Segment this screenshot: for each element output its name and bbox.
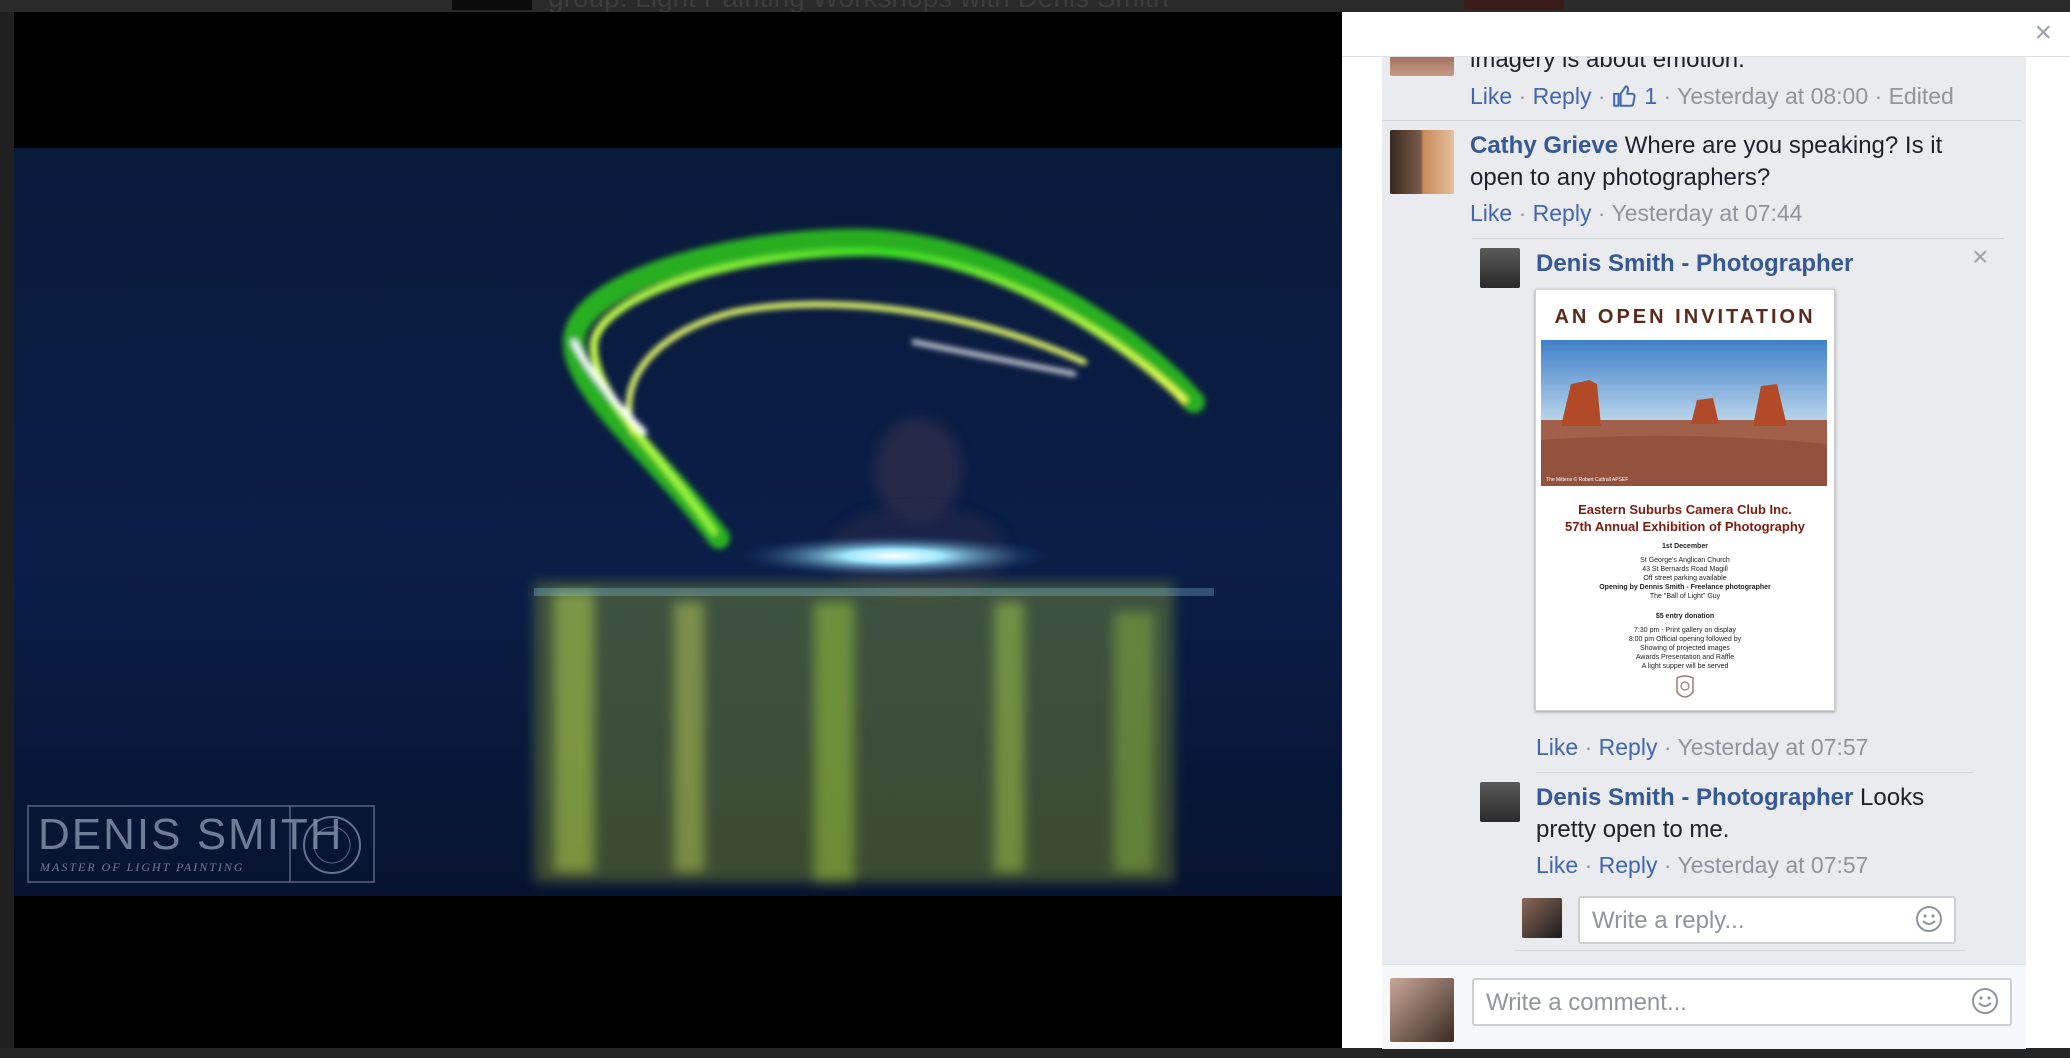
reply-author-row: Denis Smith - Photographer xyxy=(1536,248,1853,280)
separator: · xyxy=(1597,200,1606,226)
poster-venue-1: St George's Anglican Church xyxy=(1640,557,1730,564)
poster-schedule-4: Awards Presentation and Raffle xyxy=(1635,654,1735,661)
comment-timestamp[interactable]: Yesterday at 08:00 xyxy=(1677,83,1868,109)
avatar[interactable] xyxy=(1480,248,1520,288)
reply-timestamp[interactable]: Yesterday at 07:57 xyxy=(1678,852,1869,878)
photo-stage[interactable]: DENIS SMITH MASTER OF LIGHT PAINTING xyxy=(14,12,1342,1048)
separator: · xyxy=(1874,83,1883,109)
separator: · xyxy=(1518,83,1527,109)
poster-opening-sub: The "Ball of Light" Guy xyxy=(1649,593,1721,600)
club-logo-icon xyxy=(1676,675,1694,698)
reply-actions: Like · Reply · Yesterday at 07:57 xyxy=(1536,850,1868,880)
separator: · xyxy=(1597,83,1606,109)
avatar xyxy=(1522,898,1562,938)
reply-body: Denis Smith - Photographer Looks pretty … xyxy=(1536,782,1956,846)
avatar[interactable] xyxy=(1390,130,1454,194)
like-link[interactable]: Like xyxy=(1536,852,1578,878)
panel-header: × xyxy=(1342,12,2070,57)
attachment-image[interactable]: AN OPEN INVITATION The Mittens © Robert … xyxy=(1535,289,1835,711)
light-painting-photo xyxy=(14,12,1342,1048)
poster-photo-credit: The Mittens © Robert Cattrall APSEF xyxy=(1546,477,1629,483)
like-count-value: 1 xyxy=(1644,83,1658,109)
emoji-icon[interactable] xyxy=(1914,904,1944,934)
comment-actions: Like · Reply · 1 · Yesterday at 08:00 · … xyxy=(1470,81,1954,111)
reply-actions: Like · Reply · Yesterday at 07:57 xyxy=(1536,732,1868,762)
reply-composer[interactable] xyxy=(1578,896,1956,944)
reply-input[interactable] xyxy=(1590,906,1894,936)
avatar[interactable] xyxy=(1480,782,1520,822)
poster-schedule-2: 8:00 pm Official opening followed by xyxy=(1628,636,1742,643)
watermark-tagline: MASTER OF LIGHT PAINTING xyxy=(40,860,245,874)
poster-heading-2: 57th Annual Exhibition of Photography xyxy=(1564,519,1805,534)
divider xyxy=(1536,772,1974,773)
divider xyxy=(1514,950,1966,951)
like-link[interactable]: Like xyxy=(1470,200,1512,226)
poster-heading-1: Eastern Suburbs Camera Club Inc. xyxy=(1578,502,1792,517)
poster-schedule-3: Showing of projected images xyxy=(1640,645,1730,652)
reply-link[interactable]: Reply xyxy=(1533,200,1592,226)
like-link[interactable]: Like xyxy=(1470,83,1512,109)
emoji-icon[interactable] xyxy=(1970,986,2000,1016)
edited-label[interactable]: Edited xyxy=(1889,83,1954,109)
divider xyxy=(1472,238,2004,239)
separator: · xyxy=(1663,734,1672,760)
comment-body: Cathy Grieve Where are you speaking? Is … xyxy=(1470,130,1990,194)
like-link[interactable]: Like xyxy=(1536,734,1578,760)
background-thumbnail-2 xyxy=(1464,0,1564,10)
remove-attachment-icon[interactable]: × xyxy=(1972,243,1988,271)
background-footer xyxy=(0,1048,2070,1058)
close-icon[interactable]: × xyxy=(2034,18,2052,48)
thumbs-up-icon xyxy=(1613,85,1636,107)
poster-schedule-1: 7:30 pm - Print gallery on display xyxy=(1634,627,1736,634)
poster-donation: $5 entry donation xyxy=(1655,613,1715,620)
poster-schedule-5: A light supper will be served xyxy=(1641,663,1729,670)
poster-venue-2: 43 St Bernards Road Magill xyxy=(1642,566,1728,573)
poster-date: 1st December xyxy=(1662,543,1708,550)
comment-input[interactable] xyxy=(1484,988,1917,1018)
comment-timestamp[interactable]: Yesterday at 07:44 xyxy=(1612,200,1803,226)
reply-timestamp[interactable]: Yesterday at 07:57 xyxy=(1678,734,1869,760)
background-thumbnail xyxy=(452,0,532,10)
avatar xyxy=(1390,978,1454,1042)
reply-link[interactable]: Reply xyxy=(1533,83,1592,109)
separator: · xyxy=(1518,200,1527,226)
poster-photo xyxy=(1541,340,1827,486)
reply-link[interactable]: Reply xyxy=(1599,852,1658,878)
poster-venue-3: Off street parking available xyxy=(1643,575,1727,582)
reply-author[interactable]: Denis Smith - Photographer xyxy=(1536,784,1853,811)
reply-link[interactable]: Reply xyxy=(1599,734,1658,760)
reply-author[interactable]: Denis Smith - Photographer xyxy=(1536,250,1853,277)
separator: · xyxy=(1584,734,1593,760)
panel-scrollbar[interactable] xyxy=(2026,56,2070,1048)
poster-opening: Opening by Dennis Smith - Freelance phot… xyxy=(1599,584,1771,591)
separator: · xyxy=(1663,852,1672,878)
like-count[interactable]: 1 xyxy=(1612,83,1664,109)
watermark-name: DENIS SMITH xyxy=(38,810,344,859)
comment-composer[interactable] xyxy=(1472,978,2012,1026)
comment-actions: Like · Reply · Yesterday at 07:44 xyxy=(1470,198,1802,228)
poster-title: AN OPEN INVITATION xyxy=(1554,306,1816,328)
comment-author[interactable]: Cathy Grieve xyxy=(1470,132,1618,159)
separator: · xyxy=(1584,852,1593,878)
separator: · xyxy=(1663,83,1672,109)
divider xyxy=(1382,120,2022,121)
